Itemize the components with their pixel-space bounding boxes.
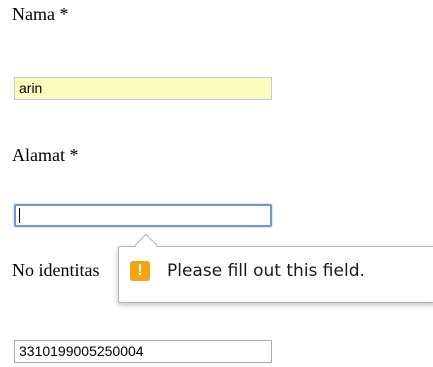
validation-message: Please fill out this field. [167,261,365,281]
nama-input-value: arin [19,80,43,96]
no-identitas-label: No identitas [12,260,100,280]
text-caret [19,207,20,223]
no-identitas-input-value: 3310199005250004 [19,343,144,359]
warning-icon: ! [130,261,150,281]
alamat-input[interactable] [14,204,272,227]
nama-label: Nama * [12,4,69,24]
alamat-label: Alamat * [12,145,79,165]
no-identitas-input[interactable]: 3310199005250004 [14,340,272,363]
validation-tooltip: ! Please fill out this field. [118,246,433,303]
nama-input[interactable]: arin [14,77,272,100]
